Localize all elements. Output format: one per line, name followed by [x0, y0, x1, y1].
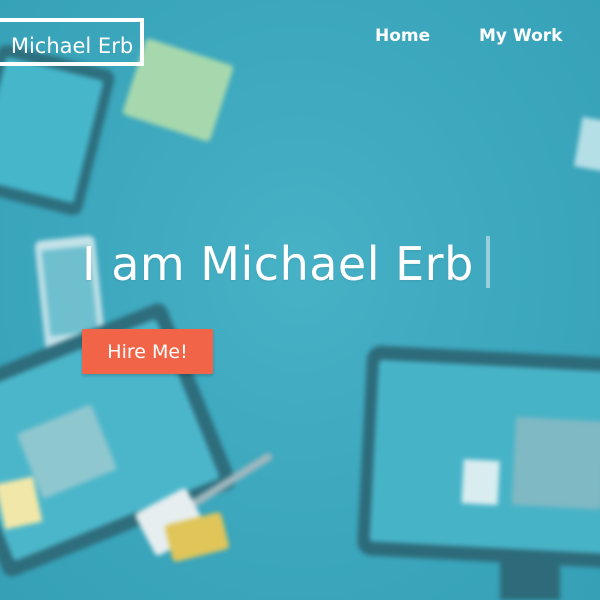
typing-caret: [485, 236, 490, 288]
background-illustration: [0, 0, 600, 600]
hero-title: I am Michael Erb: [82, 236, 490, 291]
paper-illustration: [573, 116, 600, 174]
monitor-illustration: [356, 345, 600, 569]
site-logo[interactable]: Michael Erb: [0, 18, 144, 66]
hire-me-button[interactable]: Hire Me!: [82, 329, 213, 374]
hero-title-text: I am Michael Erb: [82, 237, 474, 291]
monitor-stand-illustration: [500, 560, 560, 600]
hero-background: [0, 0, 600, 600]
nav-my-work-link[interactable]: My Work: [479, 26, 562, 46]
logo-text: Michael Erb: [10, 34, 134, 58]
nav-home-link[interactable]: Home: [375, 26, 430, 46]
